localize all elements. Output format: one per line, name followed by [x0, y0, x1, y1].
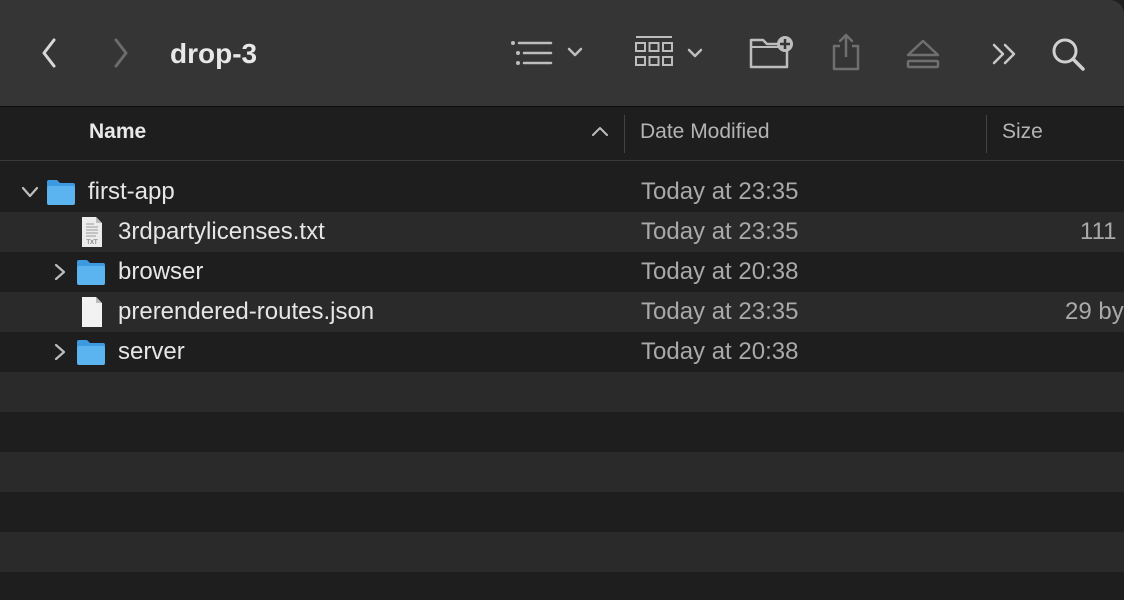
file-date: Today at 23:35: [641, 298, 799, 325]
list-view-button[interactable]: [508, 36, 588, 70]
group-view-button[interactable]: [634, 34, 706, 72]
share-button[interactable]: [830, 32, 862, 72]
empty-row: [0, 532, 1124, 572]
column-divider[interactable]: [624, 115, 625, 153]
list-item[interactable]: first-app Today at 23:35: [0, 172, 1124, 212]
folder-icon: [47, 180, 75, 205]
document-icon: [82, 297, 102, 327]
folder-icon: [77, 260, 105, 285]
list-view-icon: [511, 41, 583, 65]
file-name: server: [118, 338, 185, 365]
file-name: prerendered-routes.json: [118, 298, 375, 325]
file-name: first-app: [88, 178, 175, 205]
list-item[interactable]: browser Today at 20:38: [0, 252, 1124, 292]
chevron-right-icon[interactable]: [50, 262, 70, 282]
text-file-icon: TXT: [82, 217, 102, 247]
search-icon: [1052, 38, 1085, 71]
file-name: 3rdpartylicenses.txt: [118, 218, 325, 245]
file-date: Today at 23:35: [641, 218, 799, 245]
toolbar: drop-3: [0, 0, 1124, 107]
file-name: browser: [118, 258, 204, 285]
column-divider[interactable]: [986, 115, 987, 153]
date-modified-column-header[interactable]: Date Modified: [640, 107, 770, 161]
empty-row: [0, 412, 1124, 452]
list-item[interactable]: server Today at 20:38: [0, 332, 1124, 372]
share-icon: [832, 33, 860, 71]
file-date: Today at 20:38: [641, 338, 799, 365]
window-title: drop-3: [170, 38, 258, 69]
back-button[interactable]: [34, 36, 64, 70]
new-folder-button[interactable]: [748, 34, 796, 72]
more-icon: [992, 43, 1016, 65]
name-column-header[interactable]: Name: [89, 107, 146, 161]
eject-button[interactable]: [904, 38, 942, 70]
file-date: Today at 20:38: [641, 258, 799, 285]
more-button[interactable]: [990, 40, 1020, 68]
empty-row: [0, 452, 1124, 492]
list-item[interactable]: prerendered-routes.json Today at 23:35 2…: [0, 292, 1124, 332]
file-date: Today at 23:35: [641, 178, 799, 205]
eject-icon: [906, 39, 940, 69]
forward-icon: [114, 38, 128, 68]
group-view-icon: [635, 36, 703, 66]
list-item[interactable]: TXT 3rdpartylicenses.txt Today at 23:35 …: [0, 212, 1124, 252]
search-button[interactable]: [1050, 36, 1086, 72]
empty-row: [0, 572, 1124, 600]
file-list: first-app Today at 23:35 TXT 3rdpartylic…: [0, 172, 1124, 600]
chevron-right-icon[interactable]: [50, 342, 70, 362]
file-size: 111: [1080, 218, 1117, 245]
new-folder-icon: [749, 36, 793, 69]
column-header: Name Date Modified Size: [0, 107, 1124, 161]
chevron-down-icon[interactable]: [20, 182, 40, 202]
folder-icon: [77, 340, 105, 365]
file-size: 29 by: [1065, 298, 1124, 325]
sort-ascending-icon[interactable]: [590, 124, 610, 138]
empty-row: [0, 492, 1124, 532]
empty-row: [0, 372, 1124, 412]
svg-text:TXT: TXT: [86, 240, 98, 246]
forward-button[interactable]: [106, 36, 136, 70]
back-icon: [42, 38, 56, 68]
size-column-header[interactable]: Size: [1002, 107, 1043, 161]
